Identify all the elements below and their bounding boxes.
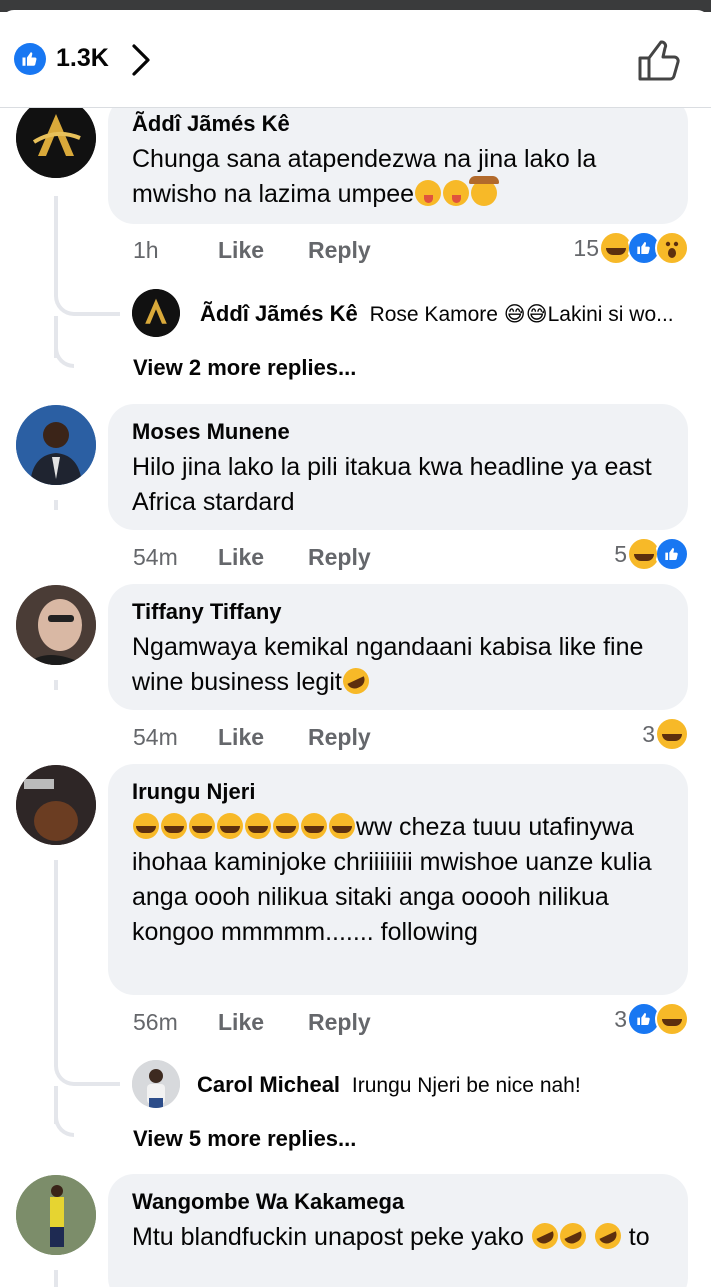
comment-text: Ngamwaya kemikal ngandaani kabisa like f… <box>132 630 664 700</box>
comment-time[interactable]: 56m <box>133 1009 198 1036</box>
comment-bubble[interactable]: Tiffany Tiffany Ngamwaya kemikal ngandaa… <box>108 584 688 710</box>
comment-time[interactable]: 54m <box>133 724 198 751</box>
like-link[interactable]: Like <box>218 237 264 264</box>
reply-text: Irungu Njeri be nice nah! <box>351 1074 581 1097</box>
reply-link[interactable]: Reply <box>308 544 371 571</box>
like-icon <box>655 537 689 571</box>
thread-connector <box>54 334 74 368</box>
rofl-emoji-icon <box>555 1218 591 1254</box>
laughing-crying-emoji-icon <box>189 813 215 839</box>
comment-actions: 56m Like Reply <box>133 1009 371 1036</box>
view-more-replies[interactable]: View 5 more replies... <box>133 1126 356 1152</box>
view-more-replies[interactable]: View 2 more replies... <box>133 355 356 381</box>
comment-author[interactable]: Irungu Njeri <box>132 778 664 806</box>
reactions-header: 1.3K <box>0 10 711 108</box>
comment-actions: 1h Like Reply <box>133 237 371 264</box>
comment-text: ww cheza tuuu utafinywa ihohaa kaminjoke… <box>132 813 652 946</box>
reply-author[interactable]: Carol Micheal <box>197 1072 340 1097</box>
haha-icon <box>599 231 633 265</box>
comment-bubble[interactable]: Irungu Njeri ww cheza tuuu utafinywa iho… <box>108 764 688 995</box>
reply-preview[interactable]: Carol Micheal Irungu Njeri be nice nah! <box>197 1072 581 1098</box>
thread-line <box>54 196 58 296</box>
rofl-emoji-icon <box>590 1218 626 1254</box>
reaction-count[interactable]: 1.3K <box>56 44 109 73</box>
comment-time[interactable]: 54m <box>133 544 198 571</box>
comment-feed[interactable]: Ãddî Jãmés Kê Chunga sana atapendezwa na… <box>0 108 711 1287</box>
reply-preview[interactable]: Ãddî Jãmés Kê Rose Kamore 😅😅Lakini si wo… <box>200 301 674 327</box>
wow-icon <box>655 231 689 265</box>
avatar[interactable] <box>16 108 96 178</box>
haha-icon <box>655 1002 689 1036</box>
comment-bubble[interactable]: Moses Munene Hilo jina lako la pili itak… <box>108 404 688 530</box>
reply-link[interactable]: Reply <box>308 724 371 751</box>
laughing-crying-emoji-icon <box>217 813 243 839</box>
reply-text: Rose Kamore 😅😅Lakini si wo... <box>369 303 674 326</box>
comment-text: Hilo jina lako la pili itakua kwa headli… <box>132 453 652 516</box>
comment-actions: 54m Like Reply <box>133 724 371 751</box>
reply-avatar[interactable] <box>132 1060 180 1108</box>
reply-link[interactable]: Reply <box>308 1009 371 1036</box>
reaction-count: 3 <box>614 1005 627 1032</box>
reaction-summary[interactable]: 3 <box>614 1002 689 1036</box>
reaction-summary[interactable]: 15 <box>573 231 689 265</box>
like-link[interactable]: Like <box>218 724 264 751</box>
tongue-emoji-icon <box>443 180 470 206</box>
laughing-crying-emoji-icon <box>329 813 355 839</box>
haha-icon <box>627 537 661 571</box>
chevron-right-icon[interactable] <box>128 42 154 78</box>
comment-author[interactable]: Moses Munene <box>132 418 664 446</box>
thread-line <box>54 860 58 1066</box>
like-link[interactable]: Like <box>218 544 264 571</box>
laughing-crying-emoji-icon <box>301 813 327 839</box>
reply-avatar[interactable] <box>132 289 180 337</box>
comment-bubble[interactable]: Ãddî Jãmés Kê Chunga sana atapendezwa na… <box>108 108 688 224</box>
comment-text: Mtu blandfuckin unapost peke yako to <box>132 1218 664 1255</box>
thread-line <box>54 500 58 510</box>
laughing-crying-emoji-icon <box>133 813 159 839</box>
avatar[interactable] <box>16 1175 96 1255</box>
laughing-crying-emoji-icon <box>245 813 271 839</box>
reaction-count: 5 <box>614 540 627 567</box>
rofl-emoji-icon <box>527 1218 563 1254</box>
reaction-count: 15 <box>573 234 599 261</box>
tongue-emoji-icon <box>415 180 442 206</box>
laughing-crying-emoji-icon <box>161 813 187 839</box>
avatar[interactable] <box>16 585 96 665</box>
thread-connector <box>54 1103 74 1137</box>
thread-line <box>54 1270 58 1287</box>
comment-time[interactable]: 1h <box>133 237 198 264</box>
reply-link[interactable]: Reply <box>308 237 371 264</box>
comment-actions: 54m Like Reply <box>133 544 371 571</box>
comment-author[interactable]: Tiffany Tiffany <box>132 598 664 626</box>
thread-connector <box>54 296 120 316</box>
thread-connector <box>54 1066 120 1086</box>
laughing-crying-emoji-icon <box>273 813 299 839</box>
thumbs-up-icon[interactable] <box>636 38 684 82</box>
comment-bubble[interactable]: Wangombe Wa Kakamega Mtu blandfuckin una… <box>108 1174 688 1287</box>
like-icon <box>14 43 46 75</box>
reply-author[interactable]: Ãddî Jãmés Kê <box>200 301 358 326</box>
reaction-count: 3 <box>642 720 655 747</box>
haha-icon <box>655 717 689 751</box>
reaction-summary[interactable]: 5 <box>614 537 689 571</box>
cowboy-emoji-icon <box>469 176 500 206</box>
comment-text: Chunga sana atapendezwa na jina lako la … <box>132 145 597 208</box>
thread-line <box>54 680 58 690</box>
reaction-summary[interactable]: 3 <box>642 717 689 751</box>
comment-author[interactable]: Wangombe Wa Kakamega <box>132 1188 664 1216</box>
avatar[interactable] <box>16 405 96 485</box>
avatar[interactable] <box>16 765 96 845</box>
comment-author[interactable]: Ãddî Jãmés Kê <box>132 110 664 138</box>
rofl-emoji-icon <box>338 663 374 699</box>
like-link[interactable]: Like <box>218 1009 264 1036</box>
